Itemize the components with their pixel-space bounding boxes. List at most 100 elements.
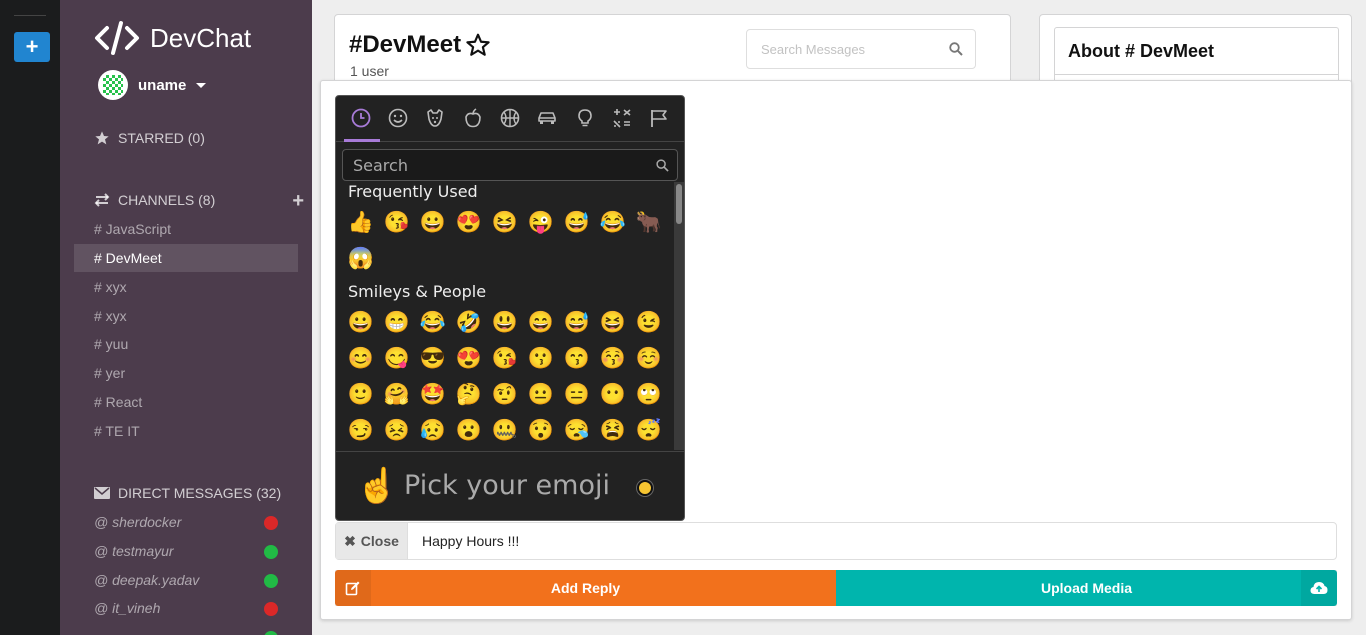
search-icon (656, 158, 669, 172)
about-title: About # DevMeet (1068, 41, 1215, 61)
upload-media-button[interactable]: Upload Media (836, 570, 1337, 606)
dm-item[interactable] (74, 623, 298, 635)
basketball-icon[interactable] (499, 107, 521, 129)
emoji-button[interactable]: 😀 (346, 308, 376, 338)
emoji-button[interactable]: 👍 (346, 208, 376, 238)
emoji-button[interactable]: 😐 (526, 380, 556, 410)
emoji-button[interactable]: 😱 (346, 244, 376, 274)
emoji-button[interactable]: 🤨 (490, 380, 520, 410)
emoji-button[interactable]: 😊 (346, 344, 376, 374)
symbols-icon[interactable] (611, 107, 633, 129)
emoji-button[interactable]: 😅 (562, 208, 592, 238)
emoji-button[interactable]: 🤔 (454, 380, 484, 410)
emoji-button[interactable]: 🐂 (634, 208, 664, 238)
emoji-button[interactable]: 😚 (598, 344, 628, 374)
scroll-thumb[interactable] (676, 184, 682, 224)
emoji-button[interactable]: ☺️ (634, 344, 664, 374)
clock-icon[interactable] (350, 107, 372, 129)
emoji-button[interactable]: 😋 (382, 344, 412, 374)
mail-icon (94, 487, 110, 499)
channel-item[interactable]: # JavaScript (74, 215, 298, 243)
star-outline-icon[interactable] (465, 32, 491, 58)
emoji-button[interactable]: 🙂 (346, 380, 376, 410)
emoji-button[interactable]: 🤣 (454, 308, 484, 338)
status-dot-online (264, 631, 278, 635)
emoji-button[interactable]: 😅 (562, 308, 592, 338)
emoji-button[interactable]: 😁 (382, 308, 412, 338)
emoji-button[interactable]: 🤐 (490, 416, 520, 446)
emoji-button[interactable]: 😙 (562, 344, 592, 374)
emoji-button[interactable]: 😘 (490, 344, 520, 374)
emoji-button[interactable]: 😜 (526, 208, 556, 238)
apple-icon[interactable] (462, 107, 484, 129)
sidebar: DevChat uname STARRED (0) CHANNELS (8) +… (60, 0, 312, 635)
emoji-button[interactable]: 😑 (562, 380, 592, 410)
emoji-button[interactable]: 😥 (418, 416, 448, 446)
smiley-icon[interactable] (387, 107, 409, 129)
emoji-button[interactable]: 😉 (634, 308, 664, 338)
add-team-button[interactable]: + (14, 32, 50, 62)
dm-label: @ it_vineh (94, 600, 161, 616)
emoji-button[interactable]: 😗 (526, 344, 556, 374)
channel-item[interactable]: # xyx (74, 302, 298, 330)
dog-icon[interactable] (424, 107, 446, 129)
emoji-button[interactable]: 🙄 (634, 380, 664, 410)
emoji-button[interactable]: 😄 (526, 308, 556, 338)
caret-down-icon (196, 82, 207, 88)
emoji-button[interactable]: 🤗 (382, 380, 412, 410)
emoji-button[interactable]: 😯 (526, 416, 556, 446)
direct-messages-label: DIRECT MESSAGES (32) (118, 485, 282, 501)
exchange-icon (94, 193, 110, 207)
emoji-button[interactable]: 😮 (454, 416, 484, 446)
car-icon[interactable] (536, 107, 558, 129)
lightbulb-icon[interactable] (574, 107, 596, 129)
emoji-button[interactable]: 🤩 (418, 380, 448, 410)
dm-item[interactable]: @ it_vineh (74, 594, 298, 622)
emoji-search-box (342, 149, 678, 181)
channel-item-active[interactable]: # DevMeet (74, 244, 298, 272)
emoji-button[interactable]: 😆 (598, 308, 628, 338)
emoji-button[interactable]: 😴 (634, 416, 664, 446)
message-input[interactable] (408, 523, 1336, 559)
emoji-button[interactable]: 😘 (382, 208, 412, 238)
emoji-button[interactable]: 😃 (490, 308, 520, 338)
search-input[interactable] (747, 41, 949, 57)
emoji-button[interactable]: 😫 (598, 416, 628, 446)
add-reply-button[interactable]: Add Reply (335, 570, 836, 606)
emoji-button[interactable]: 😏 (346, 416, 376, 446)
emoji-button[interactable]: 😶 (598, 380, 628, 410)
status-dot-online (264, 545, 278, 559)
emoji-button[interactable]: 😀 (418, 208, 448, 238)
close-button[interactable]: ✖ Close (336, 523, 408, 559)
close-label: Close (360, 533, 399, 549)
emoji-button[interactable]: 😎 (418, 344, 448, 374)
dm-label: @ sherdocker (94, 514, 182, 530)
emoji-button[interactable]: 😪 (562, 416, 592, 446)
emoji-button[interactable]: 😍 (454, 208, 484, 238)
emoji-button[interactable]: 😣 (382, 416, 412, 446)
add-channel-button[interactable]: + (292, 190, 304, 213)
brand: DevChat (94, 20, 251, 56)
emoji-button[interactable]: 😂 (598, 208, 628, 238)
emoji-search-input[interactable] (343, 155, 656, 175)
emoji-scrollbar[interactable] (674, 182, 684, 450)
dm-item[interactable]: @ deepak.yadav (74, 566, 298, 594)
user-menu[interactable]: uname (98, 70, 207, 100)
channel-item[interactable]: # xyx (74, 273, 298, 301)
emoji-button[interactable]: 😍 (454, 344, 484, 374)
emoji-button[interactable]: 😆 (490, 208, 520, 238)
dm-label: @ deepak.yadav (94, 572, 200, 588)
channel-item[interactable]: # yuu (74, 330, 298, 358)
dm-item[interactable]: @ testmayur (74, 537, 298, 565)
emoji-picker: Frequently Used 👍😘😀😍😆😜😅😂🐂😱 Smileys & Peo… (335, 95, 685, 521)
channel-item[interactable]: # yer (74, 359, 298, 387)
channel-item[interactable]: # React (74, 388, 298, 416)
star-icon (95, 131, 109, 145)
emoji-button[interactable]: 😂 (418, 308, 448, 338)
channel-item[interactable]: # TE IT (74, 417, 298, 445)
emoji-scroll-area[interactable]: Frequently Used 👍 😘 😀 😍 😆 😜 😅 😂 🐂 😱 Smileys & Peo… (336, 182, 676, 450)
upload-media-label: Upload Media (1040, 580, 1132, 596)
skin-tone-selector[interactable] (637, 480, 653, 496)
flag-icon[interactable] (648, 107, 670, 129)
dm-item[interactable]: @ sherdocker (74, 508, 298, 536)
